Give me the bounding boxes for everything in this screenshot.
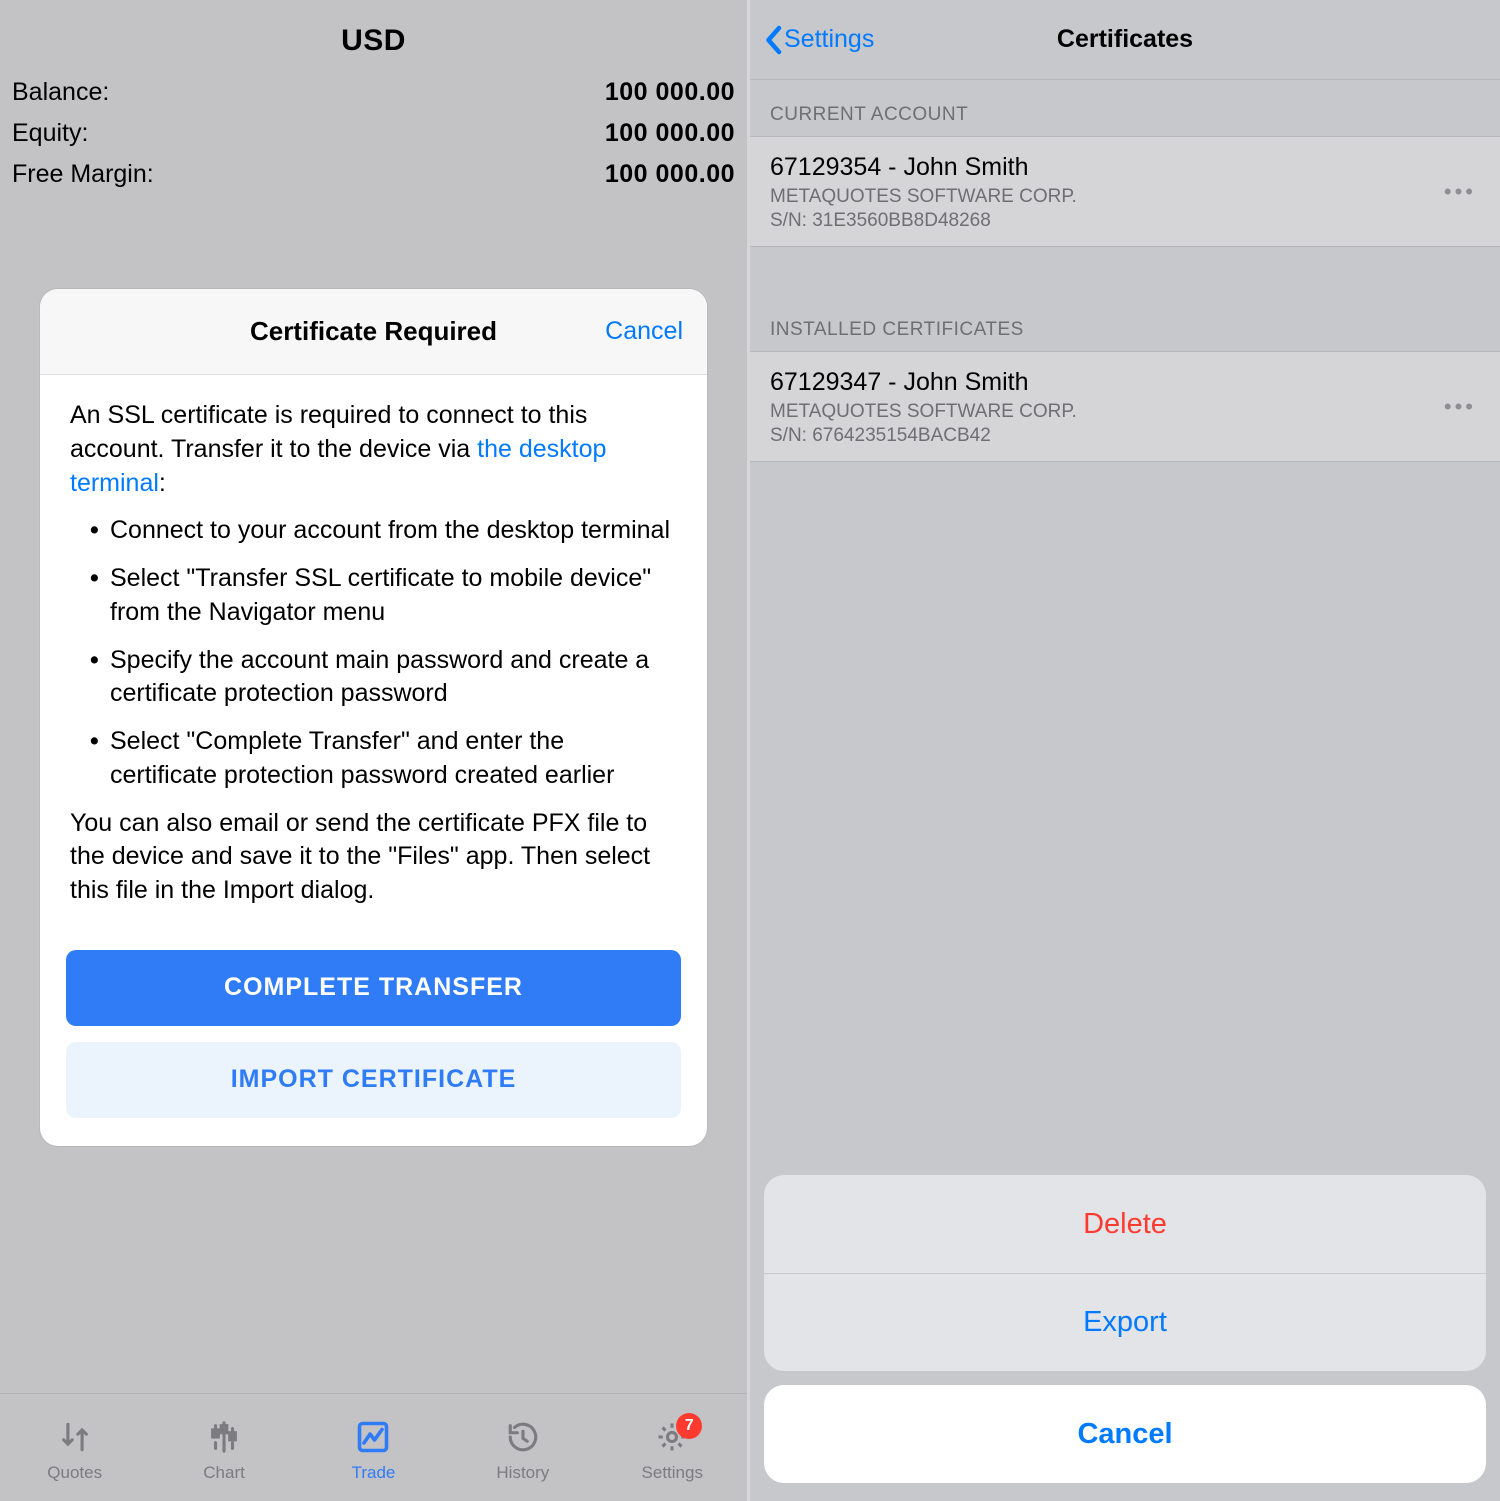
cert-sn: S/N: 6764235154BACB42: [770, 425, 1480, 447]
bullet-1: Connect to your account from the desktop…: [90, 514, 677, 548]
equity-row: Equity: 100 000.00: [12, 113, 735, 154]
balance-row: Balance: 100 000.00: [12, 72, 735, 113]
action-sheet-group: Delete Export: [764, 1175, 1486, 1371]
free-margin-value: 100 000.00: [605, 160, 735, 189]
quotes-icon: [58, 1417, 92, 1457]
export-button[interactable]: Export: [764, 1273, 1486, 1371]
tab-label: Chart: [203, 1463, 245, 1483]
modal-bullets: Connect to your account from the desktop…: [70, 514, 677, 792]
cert-title: 67129347 - John Smith: [770, 368, 1480, 397]
equity-label: Equity:: [12, 119, 88, 148]
nav-title: Certificates: [1057, 25, 1193, 54]
chart-icon: [207, 1417, 241, 1457]
bullet-3: Specify the account main password and cr…: [90, 644, 677, 712]
balance-value: 100 000.00: [605, 78, 735, 107]
modal-intro: An SSL certificate is required to connec…: [70, 399, 677, 500]
settings-badge: 7: [676, 1413, 702, 1439]
tab-settings[interactable]: Settings 7: [612, 1417, 732, 1483]
action-sheet: Delete Export Cancel: [764, 1175, 1486, 1483]
balance-rows: Balance: 100 000.00 Equity: 100 000.00 F…: [0, 72, 747, 195]
section-current-account: CURRENT ACCOUNT: [750, 80, 1500, 136]
tab-trade[interactable]: Trade: [313, 1417, 433, 1483]
cancel-button[interactable]: Cancel: [764, 1385, 1486, 1483]
bullet-4: Select "Complete Transfer" and enter the…: [90, 725, 677, 793]
modal-outro: You can also email or send the certifica…: [70, 807, 677, 908]
modal-buttons: COMPLETE TRANSFER IMPORT CERTIFICATE: [40, 950, 707, 1146]
tab-label: Trade: [352, 1463, 396, 1483]
modal-cancel-button[interactable]: Cancel: [605, 317, 683, 346]
back-button[interactable]: Settings: [764, 25, 874, 55]
current-account-cert-row[interactable]: 67129354 - John Smith METAQUOTES SOFTWAR…: [750, 136, 1500, 247]
trade-screen: USD Balance: 100 000.00 Equity: 100 000.…: [0, 0, 750, 1501]
free-margin-row: Free Margin: 100 000.00: [12, 154, 735, 195]
balance-label: Balance:: [12, 78, 109, 107]
section-installed-certificates: INSTALLED CERTIFICATES: [750, 295, 1500, 351]
free-margin-label: Free Margin:: [12, 160, 154, 189]
certificate-required-modal: Certificate Required Cancel An SSL certi…: [40, 289, 707, 1146]
left-header: USD: [0, 0, 747, 72]
modal-title: Certificate Required: [250, 316, 497, 347]
tab-history[interactable]: History: [463, 1417, 583, 1483]
cert-company: METAQUOTES SOFTWARE CORP.: [770, 186, 1480, 208]
more-icon[interactable]: •••: [1444, 179, 1476, 205]
tab-label: Quotes: [47, 1463, 102, 1483]
tab-label: Settings: [642, 1463, 703, 1483]
modal-body: An SSL certificate is required to connec…: [40, 375, 707, 950]
tab-chart[interactable]: Chart: [164, 1417, 284, 1483]
tab-label: History: [496, 1463, 549, 1483]
import-certificate-button[interactable]: IMPORT CERTIFICATE: [66, 1042, 681, 1118]
bullet-2: Select "Transfer SSL certificate to mobi…: [90, 562, 677, 630]
back-label: Settings: [784, 25, 874, 54]
equity-value: 100 000.00: [605, 119, 735, 148]
delete-button[interactable]: Delete: [764, 1175, 1486, 1273]
installed-cert-row[interactable]: 67129347 - John Smith METAQUOTES SOFTWAR…: [750, 351, 1500, 462]
complete-transfer-button[interactable]: COMPLETE TRANSFER: [66, 950, 681, 1026]
cert-title: 67129354 - John Smith: [770, 153, 1480, 182]
currency-label: USD: [0, 24, 747, 58]
cert-sn: S/N: 31E3560BB8D48268: [770, 210, 1480, 232]
nav-bar: Settings Certificates: [750, 0, 1500, 80]
cert-company: METAQUOTES SOFTWARE CORP.: [770, 401, 1480, 423]
tabbar: Quotes Chart Trade History Settings 7: [0, 1393, 747, 1501]
certificates-screen: Settings Certificates CURRENT ACCOUNT 67…: [750, 0, 1500, 1501]
tab-quotes[interactable]: Quotes: [15, 1417, 135, 1483]
history-icon: [506, 1417, 540, 1457]
chevron-left-icon: [764, 25, 782, 55]
trade-icon: [355, 1417, 391, 1457]
more-icon[interactable]: •••: [1444, 394, 1476, 420]
modal-header: Certificate Required Cancel: [40, 289, 707, 375]
